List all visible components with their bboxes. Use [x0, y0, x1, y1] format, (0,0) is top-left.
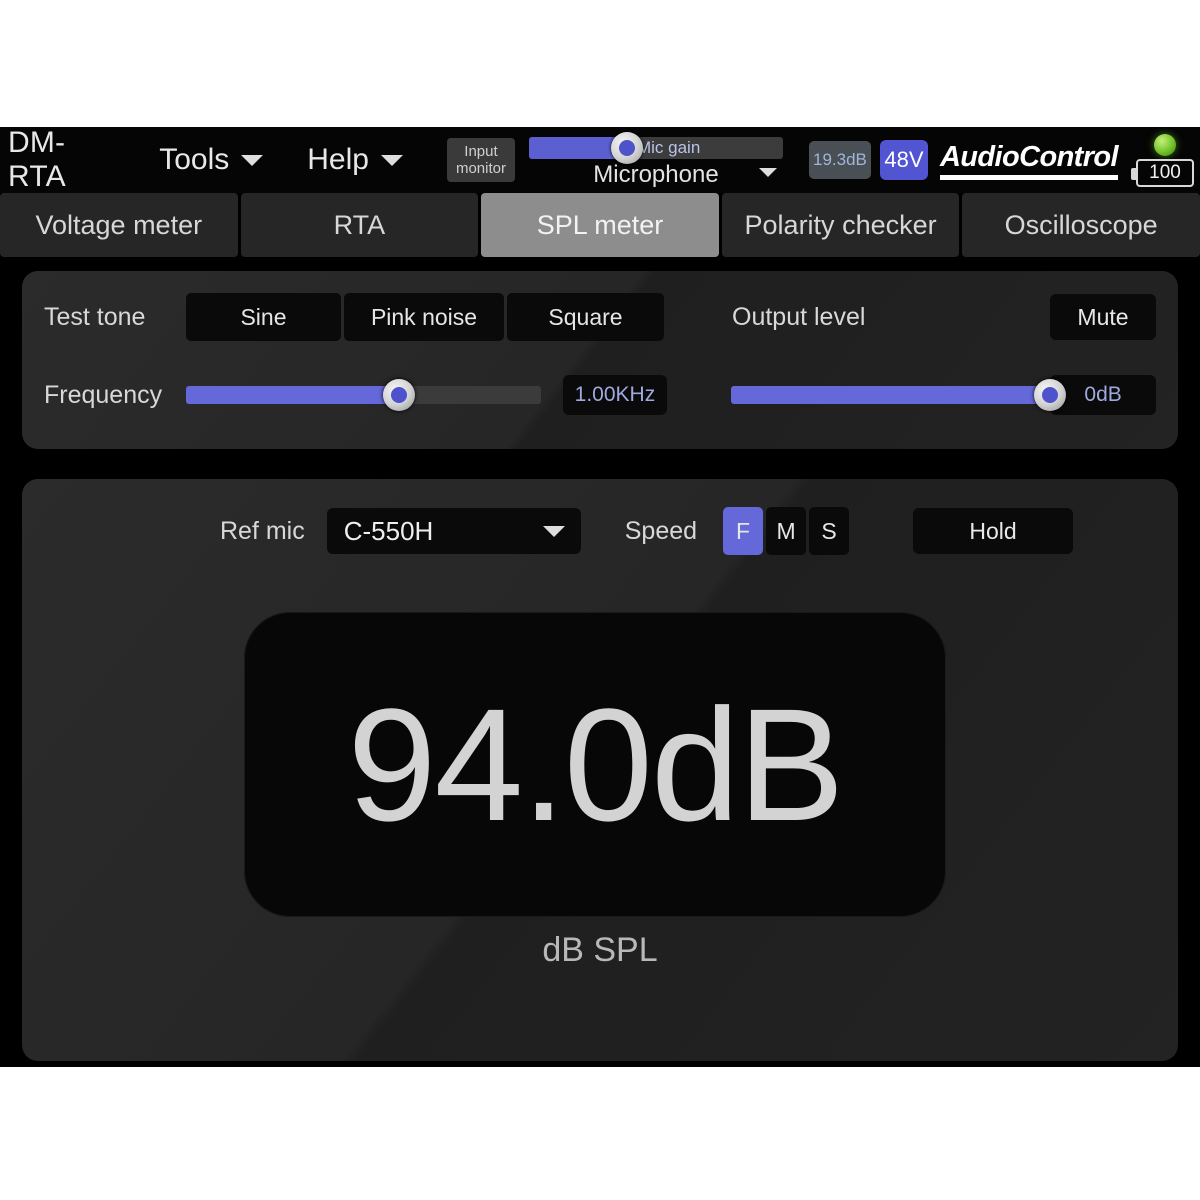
test-tone-label: Test tone [44, 302, 146, 331]
dm-rta-application-window: DM-RTA Tools Help Input monitor Mic gain… [0, 127, 1200, 1067]
output-level-slider-knob[interactable] [1034, 379, 1067, 411]
brand-logo: AudioControl [939, 141, 1119, 180]
tab-oscilloscope-label: Oscilloscope [1004, 209, 1158, 240]
test-tone-option-pink-noise[interactable]: Pink noise [344, 293, 504, 341]
spl-value: 94.0dB [347, 674, 844, 854]
input-monitor-button[interactable]: Input monitor [446, 138, 515, 182]
tab-polarity-checker-label: Polarity checker [744, 209, 937, 240]
tab-voltage-meter[interactable]: Voltage meter [0, 193, 238, 257]
output-level-readout: 0dB [1050, 375, 1156, 415]
output-level-slider[interactable] [730, 379, 1067, 411]
tab-voltage-meter-label: Voltage meter [35, 209, 203, 240]
tab-oscilloscope[interactable]: Oscilloscope [962, 193, 1200, 257]
mic-gain-label: Mic gain [636, 138, 701, 157]
output-level-slider-fill [730, 386, 1051, 404]
chevron-down-icon [758, 168, 777, 177]
menu-bar: DM-RTA Tools Help Input monitor Mic gain… [0, 127, 1200, 193]
speed-option-fast[interactable]: F [723, 507, 764, 555]
speed-option-slow-label: S [821, 517, 837, 544]
chevron-down-icon [542, 526, 565, 537]
test-tone-option-square[interactable]: Square [507, 293, 664, 341]
frequency-label: Frequency [44, 380, 163, 409]
frequency-slider-fill [185, 386, 399, 404]
tab-spl-meter-label: SPL meter [536, 209, 664, 240]
mic-gain-block: Mic gain Microphone [528, 132, 783, 189]
power-led-icon [1154, 133, 1176, 156]
spl-meter-panel: Ref mic C-550H Speed F M S Hold 94.0dB d… [22, 479, 1178, 1061]
tab-rta[interactable]: RTA [240, 193, 479, 257]
mic-gain-fill [528, 137, 622, 159]
battery-level-label: 100 [1149, 161, 1181, 183]
tab-polarity-checker[interactable]: Polarity checker [721, 193, 960, 257]
mic-source-value: Microphone [593, 161, 719, 188]
menu-tools[interactable]: Tools [159, 143, 264, 177]
device-status: 100 [1131, 133, 1194, 187]
mic-source-select[interactable]: Microphone [529, 161, 783, 189]
test-tone-option-sine[interactable]: Sine [186, 293, 341, 341]
app-title: DM-RTA [8, 127, 66, 193]
speed-option-medium[interactable]: M [766, 507, 807, 555]
input-monitor-label-line2: monitor [455, 160, 506, 177]
chevron-down-icon [380, 154, 403, 166]
output-level-label: Output level [732, 302, 866, 331]
mute-button-label: Mute [1077, 303, 1129, 330]
hold-button-label: Hold [969, 517, 1017, 544]
battery-indicator: 100 [1131, 158, 1194, 187]
spl-units-label: dB SPL [542, 931, 658, 969]
speed-segmented-control: F M S [723, 507, 850, 555]
frequency-slider-knob[interactable] [382, 379, 415, 411]
test-tone-option-sine-label: Sine [240, 303, 287, 330]
mic-gain-knob[interactable] [610, 132, 643, 164]
mute-button[interactable]: Mute [1050, 294, 1156, 340]
speed-option-medium-label: M [776, 517, 796, 544]
ref-mic-select[interactable]: C-550H [326, 508, 581, 554]
tab-bar: Voltage meter RTA SPL meter Polarity che… [0, 193, 1200, 257]
frequency-slider[interactable] [185, 379, 542, 411]
hold-button[interactable]: Hold [913, 508, 1074, 554]
speed-option-fast-label: F [736, 517, 751, 544]
ref-mic-value: C-550H [343, 515, 434, 546]
frequency-readout: 1.00KHz [563, 375, 667, 415]
test-tone-segmented-control: Sine Pink noise Square [186, 293, 664, 341]
tab-spl-meter[interactable]: SPL meter [481, 193, 719, 257]
gain-readout: 19.3dB [808, 141, 871, 179]
input-monitor-label-line1: Input [464, 143, 498, 160]
speed-option-slow[interactable]: S [809, 507, 850, 555]
spl-readout-display: 94.0dB [244, 612, 946, 917]
chevron-down-icon [241, 154, 264, 166]
phantom-power-button[interactable]: 48V [879, 140, 928, 180]
menu-tools-label: Tools [159, 143, 230, 176]
test-tone-panel: Test tone Sine Pink noise Square Output … [22, 271, 1178, 449]
ref-mic-label: Ref mic [220, 516, 305, 545]
menu-help-label: Help [307, 143, 369, 176]
test-tone-option-square-label: Square [548, 303, 623, 330]
menu-help[interactable]: Help [307, 143, 403, 177]
test-tone-option-pink-noise-label: Pink noise [370, 303, 478, 330]
speed-label: Speed [624, 516, 698, 545]
tab-rta-label: RTA [333, 209, 386, 240]
